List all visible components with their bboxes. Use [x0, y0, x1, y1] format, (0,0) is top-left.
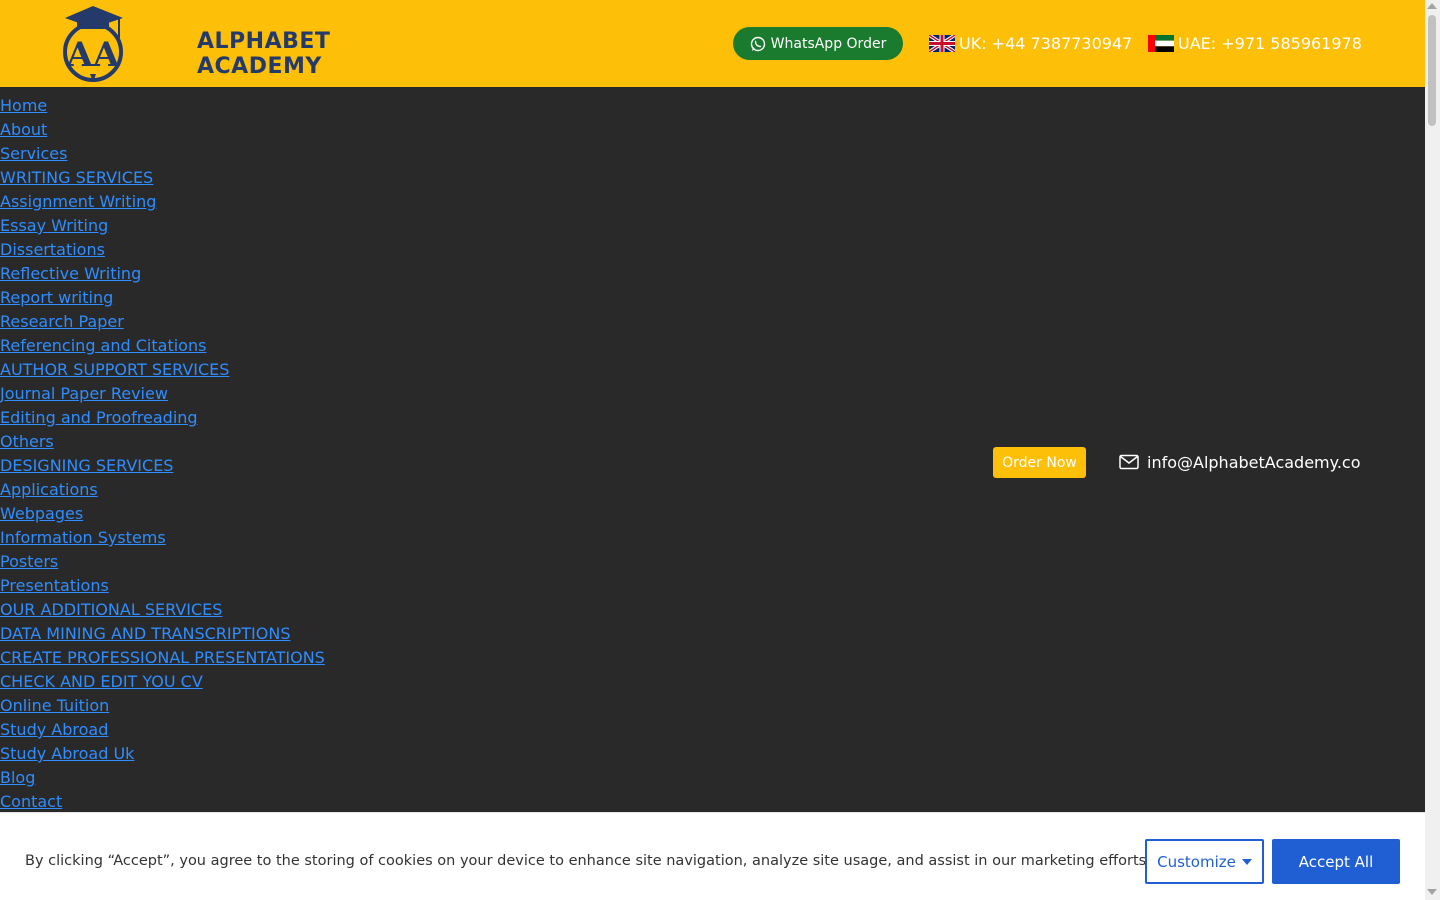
email-contact[interactable]: info@AlphabetAcademy.co: [1119, 450, 1360, 474]
nav-designing-services[interactable]: DESIGNING SERVICES: [0, 454, 173, 478]
nav-author-support[interactable]: AUTHOR SUPPORT SERVICES: [0, 358, 229, 382]
nav-online-tuition[interactable]: Online Tuition: [0, 694, 109, 718]
nav-additional-services[interactable]: OUR ADDITIONAL SERVICES: [0, 598, 222, 622]
main-navigation: Home About Services WRITING SERVICES Ass…: [0, 94, 900, 814]
nav-about[interactable]: About: [0, 118, 47, 142]
nav-contact[interactable]: Contact: [0, 790, 62, 814]
uk-phone-label: UK: +44 7387730947: [959, 33, 1133, 53]
nav-information-systems[interactable]: Information Systems: [0, 526, 166, 550]
nav-dissertations[interactable]: Dissertations: [0, 238, 105, 262]
nav-applications[interactable]: Applications: [0, 478, 98, 502]
nav-professional-presentations[interactable]: CREATE PROFESSIONAL PRESENTATIONS: [0, 646, 325, 670]
nav-study-abroad-uk[interactable]: Study Abroad Uk: [0, 742, 134, 766]
alphabet-academy-logo[interactable]: AA ALPHABET ACADEMY: [63, 4, 330, 84]
logo-monogram: AA: [66, 35, 120, 75]
scrollbar-thumb[interactable]: [1428, 15, 1436, 126]
nav-journal-paper-review[interactable]: Journal Paper Review: [0, 382, 168, 406]
customize-button[interactable]: Customize: [1145, 839, 1264, 884]
logo-line-1: ALPHABET: [197, 29, 331, 54]
nav-reflective-writing[interactable]: Reflective Writing: [0, 262, 141, 286]
nav-webpages[interactable]: Webpages: [0, 502, 83, 526]
cookie-consent-banner: By clicking “Accept”, you agree to the s…: [0, 812, 1425, 900]
nav-home[interactable]: Home: [0, 94, 47, 118]
order-now-button[interactable]: Order Now: [993, 447, 1086, 478]
cookie-consent-text: By clicking “Accept”, you agree to the s…: [25, 853, 1151, 869]
whatsapp-order-label: WhatsApp Order: [770, 35, 887, 52]
customize-label: Customize: [1157, 852, 1236, 871]
scroll-up-arrow-icon[interactable]: [1427, 3, 1437, 9]
nav-others[interactable]: Others: [0, 430, 54, 454]
scroll-down-arrow-icon[interactable]: [1427, 889, 1437, 895]
nav-report-writing[interactable]: Report writing: [0, 286, 113, 310]
uae-phone-label: UAE: +971 585961978: [1178, 33, 1362, 53]
graduation-cap-logo-icon: AA: [63, 6, 123, 82]
page-scrollbar[interactable]: [1425, 0, 1440, 900]
nav-posters[interactable]: Posters: [0, 550, 58, 574]
nav-services[interactable]: Services: [0, 142, 67, 166]
envelope-icon: [1119, 454, 1139, 470]
top-header: AA ALPHABET ACADEMY WhatsApp Order UK: +…: [0, 0, 1425, 87]
logo-line-2: ACADEMY: [197, 54, 322, 79]
whatsapp-order-button[interactable]: WhatsApp Order: [733, 27, 903, 60]
nav-referencing-citations[interactable]: Referencing and Citations: [0, 334, 206, 358]
nav-presentations[interactable]: Presentations: [0, 574, 109, 598]
nav-assignment-writing[interactable]: Assignment Writing: [0, 190, 156, 214]
uae-phone[interactable]: UAE: +971 585961978: [1148, 32, 1362, 54]
whatsapp-icon: [750, 36, 765, 51]
uk-phone[interactable]: UK: +44 7387730947: [929, 32, 1132, 54]
nav-research-paper[interactable]: Research Paper: [0, 310, 124, 334]
uk-flag-icon: [929, 34, 955, 52]
accept-all-button[interactable]: Accept All: [1272, 839, 1400, 884]
nav-check-edit-cv[interactable]: CHECK AND EDIT YOU CV: [0, 670, 203, 694]
logo-wordmark: ALPHABET ACADEMY: [197, 29, 330, 79]
caret-down-icon: [1241, 858, 1252, 865]
uae-flag-icon: [1148, 34, 1174, 52]
nav-writing-services[interactable]: WRITING SERVICES: [0, 166, 153, 190]
nav-study-abroad[interactable]: Study Abroad: [0, 718, 108, 742]
nav-editing-proofreading[interactable]: Editing and Proofreading: [0, 406, 198, 430]
nav-data-mining[interactable]: DATA MINING AND TRANSCRIPTIONS: [0, 622, 290, 646]
nav-blog[interactable]: Blog: [0, 766, 35, 790]
email-address: info@AlphabetAcademy.co: [1147, 452, 1361, 472]
nav-essay-writing[interactable]: Essay Writing: [0, 214, 108, 238]
